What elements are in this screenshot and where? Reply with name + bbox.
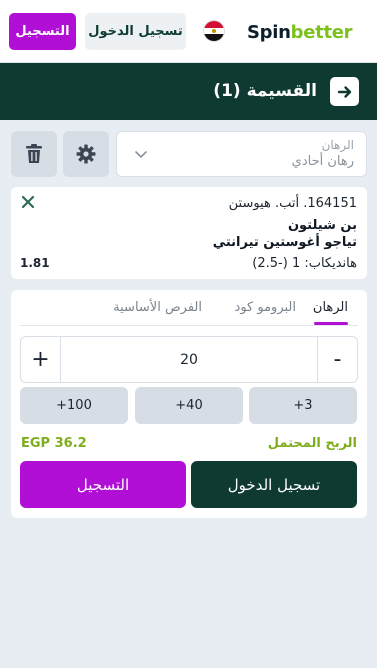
- stake-increase-button[interactable]: +: [21, 337, 61, 382]
- brand-logo[interactable]: Spinbetter: [247, 22, 353, 43]
- logo-spin-text: Spin: [247, 22, 291, 43]
- register-button[interactable]: التسجيل: [20, 461, 186, 508]
- header-register-button[interactable]: التسجيل: [9, 13, 76, 50]
- quick-amount-button[interactable]: +100: [20, 387, 128, 424]
- back-button[interactable]: [330, 77, 359, 106]
- tab-bet[interactable]: الرهان: [313, 300, 348, 315]
- close-icon[interactable]: [21, 195, 35, 209]
- odds-value: 1.81: [20, 256, 50, 270]
- bet-panel: الرهان البرومو كود الفرص الأساسية + 20 -…: [11, 290, 367, 518]
- bet-type-value: رهان أحادي: [291, 154, 354, 169]
- potential-profit-label: الربح المحتمل: [267, 436, 357, 451]
- betslip-title: القسيمة (1): [213, 81, 317, 101]
- quick-amount-button[interactable]: +3: [249, 387, 357, 424]
- trash-icon: [26, 144, 42, 163]
- quick-amount-button[interactable]: +40: [135, 387, 243, 424]
- tabs-divider: [20, 325, 358, 326]
- egypt-flag-icon[interactable]: [203, 20, 225, 42]
- login-button[interactable]: تسجيل الدخول: [191, 461, 357, 508]
- stake-decrease-button[interactable]: -: [317, 337, 357, 382]
- tab-promo-code[interactable]: البرومو كود: [235, 300, 296, 315]
- bet-type-label: الرهان: [321, 138, 354, 152]
- arrow-right-icon: [337, 85, 351, 98]
- potential-profit-value: EGP 36.2: [21, 436, 87, 451]
- active-tab-indicator: [314, 322, 348, 325]
- player-2: تياجو أغوستين تيرانتي: [212, 235, 357, 250]
- event-line: 164151. أتب. هيوستن: [228, 196, 357, 211]
- header-login-button[interactable]: تسجيل الدخول: [85, 13, 186, 50]
- gear-icon: [76, 144, 96, 164]
- settings-button[interactable]: [63, 131, 109, 177]
- tab-main-odds[interactable]: الفرص الأساسية: [113, 300, 202, 315]
- stake-stepper: + 20 -: [20, 336, 358, 383]
- stake-input[interactable]: 20: [61, 337, 317, 382]
- logo-better-text: better: [290, 22, 353, 43]
- bet-card: 164151. أتب. هيوستن بن شيلتون تياجو أغوس…: [11, 187, 367, 279]
- bet-type-select[interactable]: الرهان رهان أحادي: [116, 131, 367, 177]
- market-line: هانديكاب: 1 (-2.5): [252, 256, 357, 271]
- player-1: بن شيلتون: [287, 218, 357, 233]
- top-header: Spinbetter تسجيل الدخول التسجيل: [0, 0, 377, 63]
- delete-button[interactable]: [11, 131, 57, 177]
- betslip-bar: القسيمة (1): [0, 63, 377, 120]
- chevron-down-icon: [135, 151, 147, 159]
